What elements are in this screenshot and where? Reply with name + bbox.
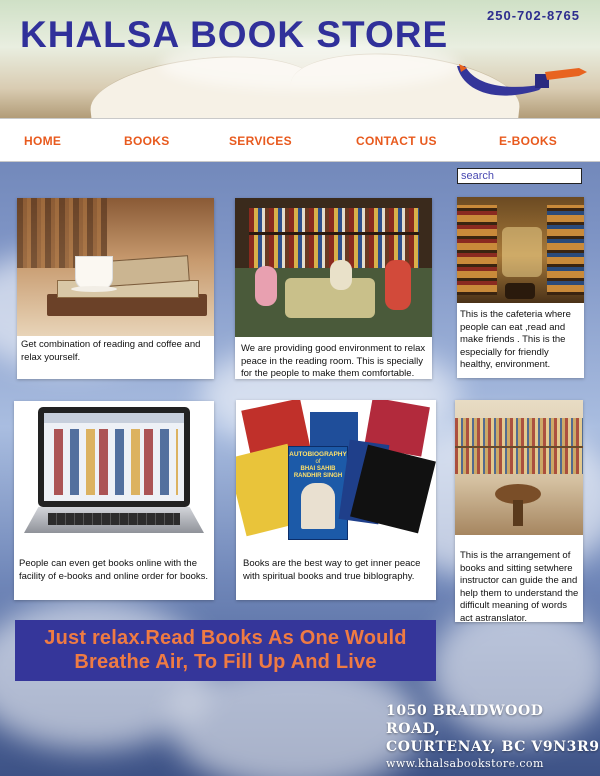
coffee-books-photo <box>17 198 214 336</box>
cafeteria-photo <box>457 197 584 303</box>
card-coffee-reading: Get combination of reading and coffee an… <box>17 198 214 379</box>
nav-contact-us[interactable]: CONTACT US <box>356 134 437 148</box>
slogan-line-1: Just relax.Read Books As One Would <box>44 627 407 649</box>
card-spiritual-books: AUTOBIOGRAPHY of BHAI SAHIB RANDHIR SING… <box>236 400 436 600</box>
phone-number: 250-702-8765 <box>487 8 580 23</box>
reading-room-photo <box>235 198 432 337</box>
nav-home[interactable]: HOME <box>24 134 61 148</box>
address-line-2: COURTENAY, BC V9N3R9 <box>386 739 600 755</box>
address-line-1: 1050 BRAIDWOOD ROAD, <box>386 703 544 737</box>
card-cafeteria: This is the cafeteria where people can e… <box>457 197 584 378</box>
kirpan-sword-icon <box>457 64 587 96</box>
slogan-banner: Just relax.Read Books As One Would Breat… <box>15 620 436 681</box>
page: KHALSA BOOK STORE 250-702-8765 HOME BOOK… <box>0 0 600 776</box>
card-library-arrangement: This is the arrangement of books and sit… <box>455 400 583 622</box>
nav-services[interactable]: SERVICES <box>229 134 292 148</box>
card-caption: We are providing good environment to rel… <box>241 343 426 379</box>
card-online-books: People can even get books online with th… <box>14 401 214 600</box>
card-caption: Get combination of reading and coffee an… <box>21 339 201 363</box>
card-reading-room: We are providing good environment to rel… <box>235 198 432 379</box>
book-covers-photo: AUTOBIOGRAPHY of BHAI SAHIB RANDHIR SING… <box>236 400 436 550</box>
site-title: KHALSA BOOK STORE <box>20 14 449 55</box>
card-caption: This is the arrangement of books and sit… <box>460 550 579 622</box>
slogan-line-2: Breathe Air, To Fill Up And Live <box>74 651 377 673</box>
card-caption: This is the cafeteria where people can e… <box>460 309 571 370</box>
nav-e-books[interactable]: E-BOOKS <box>499 134 557 148</box>
autobiography-book-cover: AUTOBIOGRAPHY of BHAI SAHIB RANDHIR SING… <box>288 446 348 540</box>
store-address: 1050 BRAIDWOOD ROAD, COURTENAY, BC V9N3R… <box>386 702 600 772</box>
nav-books[interactable]: BOOKS <box>124 134 170 148</box>
card-caption: People can even get books online with th… <box>19 558 209 582</box>
card-caption: Books are the best way to get inner peac… <box>243 558 421 582</box>
search-input[interactable] <box>457 168 582 184</box>
laptop-photo <box>14 401 214 551</box>
website-link[interactable]: www.khalsabookstore.com <box>386 756 600 772</box>
main-navigation: HOME BOOKS SERVICES CONTACT US E-BOOKS <box>0 118 600 162</box>
header-banner: KHALSA BOOK STORE 250-702-8765 <box>0 0 600 118</box>
library-photo <box>455 400 583 535</box>
